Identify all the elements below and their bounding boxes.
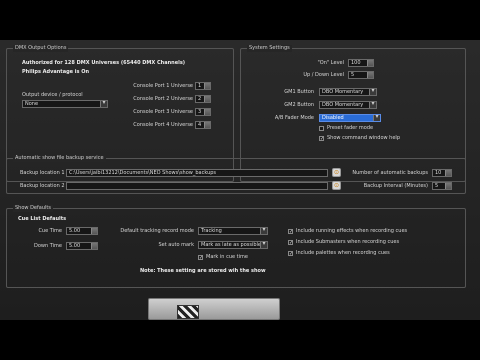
gm2-label: GM2 Button (284, 102, 314, 108)
show-defaults-title: Show Defaults (13, 205, 53, 212)
cue-list-defaults-title: Cue List Defaults (18, 216, 67, 222)
preset-fader-label: Preset fader mode (327, 125, 374, 131)
advantage-text: Philips Advantage is On (22, 69, 90, 75)
show-help-checkbox[interactable]: ✓ (319, 136, 324, 142)
cue-time-label: Cue Time (38, 228, 62, 234)
on-level-spinner[interactable]: 100 (348, 59, 374, 67)
ab-fader-label: A/B Fader Mode (274, 115, 314, 121)
backup-interval-label: Backup Interval (Minutes) (363, 183, 428, 189)
updown-level-label: Up / Down Level (303, 72, 344, 78)
on-level-label: "On" Level (317, 60, 345, 66)
port4-spinner[interactable]: 4 (195, 121, 211, 129)
gm2-select[interactable]: DBO Momentary (319, 101, 377, 109)
port2-spinner[interactable]: 2 (195, 95, 211, 103)
backup-title: Automatic show file backup service (13, 155, 106, 162)
show-note: Note: These setting are stored wih the s… (140, 268, 266, 274)
port4-label: Console Port 4 Universe (133, 122, 193, 128)
folder-browse-icon[interactable]: ⊙ (332, 168, 341, 177)
cue-time-spinner[interactable]: 5.00 (66, 227, 98, 235)
bottom-letterbox (0, 320, 480, 360)
updown-level-spinner[interactable]: 5 (348, 71, 374, 79)
down-time-spinner[interactable]: 5.00 (66, 242, 98, 250)
preset-fader-checkbox[interactable] (319, 126, 324, 131)
port2-label: Console Port 2 Universe (133, 96, 193, 102)
system-settings-title: System Settings (247, 45, 292, 52)
authorized-text: Authorized for 128 DMX Universes (65440 … (22, 60, 186, 66)
down-time-label: Down Time (34, 243, 62, 249)
port3-label: Console Port 3 Universe (133, 109, 193, 115)
settings-window: DMX Output Options Authorized for 128 DM… (0, 40, 480, 320)
include-palettes-label: Include palettes when recording cues (296, 250, 390, 256)
folder-browse-icon[interactable]: ⊙ (332, 181, 341, 190)
ab-fader-select[interactable]: Disabled (319, 114, 381, 122)
backup-loc1-label: Backup location 1 (20, 170, 65, 176)
include-effects-label: Include running effects when recording c… (296, 228, 408, 234)
include-submasters-checkbox[interactable]: ✓ (288, 240, 293, 246)
gm1-label: GM1 Button (284, 89, 314, 95)
port1-spinner[interactable]: 1 (195, 82, 211, 90)
port1-label: Console Port 1 Universe (133, 83, 193, 89)
backup-loc2-label: Backup location 2 (20, 183, 65, 189)
backup-interval-spinner[interactable]: 5 (432, 182, 452, 190)
num-backups-spinner[interactable]: 10 (432, 169, 452, 177)
include-submasters-label: Include Submasters when recording cues (296, 239, 400, 245)
backup-loc2-input[interactable] (66, 182, 328, 190)
gm1-select[interactable]: DBO Momentary (319, 88, 377, 96)
show-help-label: Show command window help (327, 135, 400, 141)
top-letterbox (0, 0, 480, 40)
tracking-mode-label: Default tracking record mode (120, 228, 194, 234)
tracking-mode-select[interactable]: Tracking (198, 227, 268, 235)
num-backups-label: Number of automatic backups (352, 170, 428, 176)
include-effects-checkbox[interactable]: ✓ (288, 229, 293, 235)
automark-label: Set auto mark (158, 242, 194, 248)
automark-select[interactable]: Mark as late as possible (198, 241, 268, 249)
mark-in-cue-checkbox[interactable]: ✓ (198, 255, 203, 261)
output-device-select[interactable]: None (22, 100, 108, 108)
include-palettes-checkbox[interactable]: ✓ (288, 251, 293, 257)
port3-spinner[interactable]: 3 (195, 108, 211, 116)
show-file-button[interactable] (148, 298, 280, 320)
output-device-label: Output device / protocol (22, 92, 83, 98)
dmx-output-title: DMX Output Options (13, 45, 69, 52)
mark-in-cue-label: Mark in cue time (206, 254, 248, 260)
clapperboard-icon (177, 305, 199, 319)
backup-loc1-input[interactable]: C:\Users\jaibi13212\Documents\NEO Shows\… (66, 169, 328, 177)
